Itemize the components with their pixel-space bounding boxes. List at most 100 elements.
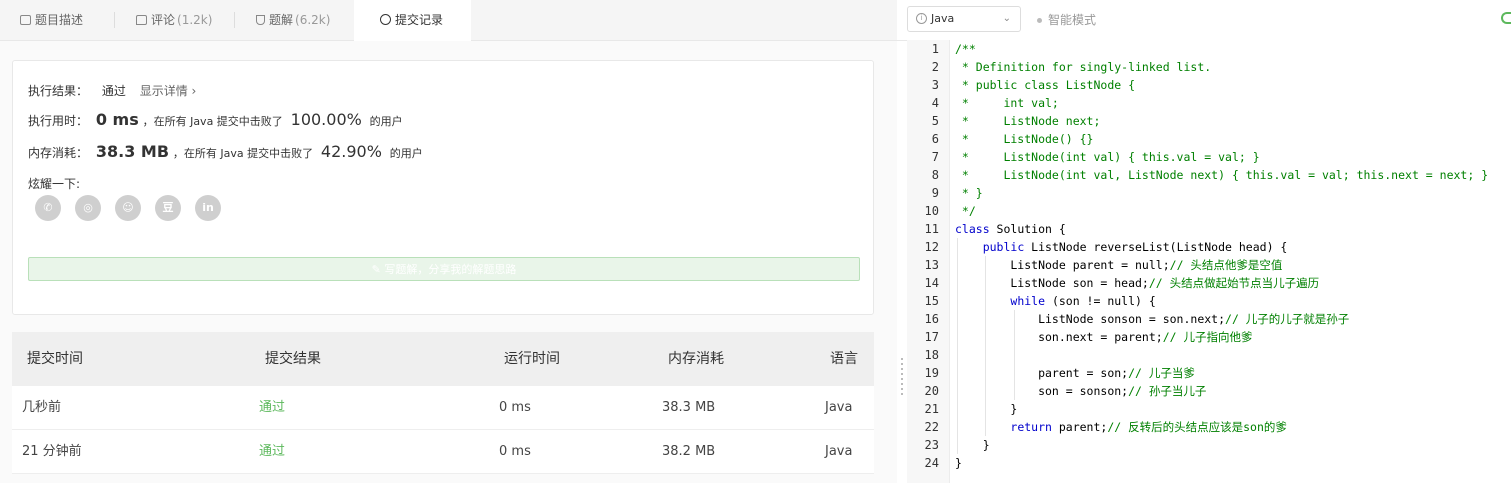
app-root: 题目描述 评论 (1.2k) 题解 (6.2k) 提交记录 执行结果： 通过 显示详… [0, 0, 1511, 483]
memory-percent: 42.90% [320, 142, 382, 161]
share-label: 炫耀一下: [28, 177, 81, 191]
smart-mode-label: 智能模式 [1048, 13, 1097, 27]
line-number: 18 [924, 348, 939, 362]
weibo-icon[interactable]: ◎ [75, 195, 101, 221]
code-line: * int val; [955, 94, 1059, 112]
description-icon [20, 14, 31, 25]
code-comment: // 反转后的头结点应该是son的爹 [1107, 420, 1287, 434]
line-number: 22 [924, 420, 939, 434]
result-card: 执行结果： 通过 显示详情 › 执行用时： 0 ms ，在所有 Java 提交中… [12, 60, 874, 315]
refresh-icon[interactable] [1501, 12, 1511, 24]
line-number: 21 [924, 402, 939, 416]
code-comment: // 儿子指向他爹 [1162, 330, 1253, 344]
tab-active-wrap: 提交记录 [354, 13, 443, 27]
tab-solutions[interactable]: 题解 (6.2k) [256, 0, 352, 40]
memory-label: 内存消耗： [28, 146, 89, 160]
code-line: while (son != null) { [955, 292, 1155, 310]
line-number: 12 [924, 240, 939, 254]
header-result: 提交结果 [265, 351, 321, 367]
language-select[interactable]: i Java ⌄ [907, 6, 1021, 32]
tab-count: (1.2k) [177, 13, 213, 27]
code-line: return parent;// 反转后的头结点应该是son的爹 [955, 418, 1287, 436]
line-number: 17 [924, 330, 939, 344]
code-comment: // 儿子的儿子就是孙子 [1225, 312, 1350, 326]
code-text: son.next = parent; [955, 330, 1163, 344]
code-comment: // 头结点他爹是空值 [1169, 258, 1283, 272]
code-comment: */ [955, 204, 976, 218]
code-line: ListNode son = head;// 头结点做起始节点当儿子遍历 [955, 274, 1319, 292]
info-icon: i [916, 12, 927, 24]
line-number: 2 [931, 60, 939, 74]
language-value: Java [931, 12, 955, 25]
code-text: ListNode sonson = son.next; [955, 312, 1226, 326]
table-row[interactable]: 几秒前 通过 0 ms 38.3 MB Java [12, 386, 874, 430]
code-comment: * int val; [955, 96, 1059, 110]
show-details-link[interactable]: 显示详情 › [140, 84, 197, 98]
runtime-mid: ，在所有 Java 提交中击败了 [142, 115, 283, 128]
code-line: ListNode parent = null;// 头结点他爹是空值 [955, 256, 1282, 274]
smart-mode-toggle[interactable]: 智能模式 [1037, 0, 1096, 40]
line-number: 8 [931, 168, 939, 182]
line-number: 7 [931, 150, 939, 164]
code-line: } [955, 436, 990, 454]
code-text: parent; [1051, 420, 1108, 434]
line-number: 15 [924, 294, 939, 308]
table-row[interactable]: 21 分钟前 通过 0 ms 38.2 MB Java [12, 430, 874, 474]
share-icons: ✆ ◎ ☺ 豆 in [35, 195, 235, 221]
line-number: 20 [924, 384, 939, 398]
line-number: 5 [931, 114, 939, 128]
code-line: public ListNode reverseList(ListNode hea… [955, 238, 1288, 256]
header-language: 语言 [830, 351, 858, 367]
comment-icon [136, 14, 147, 25]
editor-panel: i Java ⌄ 智能模式 1 /** 2 * Definition for sing… [897, 0, 1511, 483]
tab-label: 题解 [269, 13, 294, 27]
code-keyword: public [982, 240, 1025, 254]
cell-language: Java [825, 400, 853, 415]
resize-handle[interactable] [901, 355, 905, 398]
line-number: 9 [931, 186, 939, 200]
wechat-icon[interactable]: ✆ [35, 195, 61, 221]
line-number: 24 [924, 456, 939, 470]
cell-time: 21 分钟前 [22, 444, 82, 459]
code-text: ListNode son = head; [955, 276, 1149, 290]
header-runtime: 运行时间 [504, 351, 560, 367]
code-keyword: while [1010, 294, 1046, 308]
cell-result[interactable]: 通过 [259, 430, 285, 473]
code-text: parent = son; [955, 366, 1129, 380]
tab-divider [234, 12, 235, 28]
tab-submissions[interactable]: 提交记录 [354, 0, 471, 41]
linkedin-icon[interactable]: in [195, 195, 221, 221]
cell-time: 几秒前 [22, 400, 62, 415]
line-number: 23 [924, 438, 939, 452]
write-solution-button[interactable]: ✎ 写题解，分享我的解题思路 [28, 257, 860, 281]
code-editor[interactable]: 1 /** 2 * Definition for singly-linked lis… [907, 40, 1511, 483]
chevron-down-icon: ⌄ [1002, 13, 1011, 24]
status-value: 通过 [101, 84, 126, 98]
code-comment: * public class ListNode { [955, 78, 1136, 92]
tab-label: 题目描述 [35, 13, 84, 27]
cell-language: Java [825, 444, 853, 459]
runtime-line: 执行用时： 0 ms ，在所有 Java 提交中击败了 100.00% 的用户 [28, 110, 403, 129]
douban-icon[interactable]: 豆 [155, 195, 181, 221]
code-comment: * Definition for singly-linked list. [955, 60, 1212, 74]
code-line: * public class ListNode { [955, 76, 1135, 94]
code-text: ListNode reverseList(ListNode head) { [1024, 240, 1288, 254]
code-line: son = sonson;// 孙子当儿子 [955, 382, 1206, 400]
qq-icon[interactable]: ☺ [115, 195, 141, 221]
tab-comments[interactable]: 评论 (1.2k) [136, 0, 232, 40]
left-panel: 题目描述 评论 (1.2k) 题解 (6.2k) 提交记录 执行结果： 通过 显示详… [0, 0, 898, 483]
code-line: * ListNode(int val) { this.val = val; } [955, 148, 1260, 166]
tab-description[interactable]: 题目描述 [20, 0, 112, 40]
line-number: 13 [924, 258, 939, 272]
code-line: ListNode sonson = son.next;// 儿子的儿子就是孙子 [955, 310, 1349, 328]
memory-tail: 的用户 [389, 147, 423, 160]
line-number: 10 [924, 204, 939, 218]
dot-icon [1037, 18, 1042, 23]
code-keyword: return [1010, 420, 1052, 434]
clock-icon [380, 14, 391, 25]
line-number: 19 [924, 366, 939, 380]
code-line: * ListNode() {} [955, 130, 1094, 148]
header-time: 提交时间 [27, 351, 83, 367]
cell-runtime: 0 ms [499, 444, 531, 459]
cell-result[interactable]: 通过 [259, 386, 285, 429]
